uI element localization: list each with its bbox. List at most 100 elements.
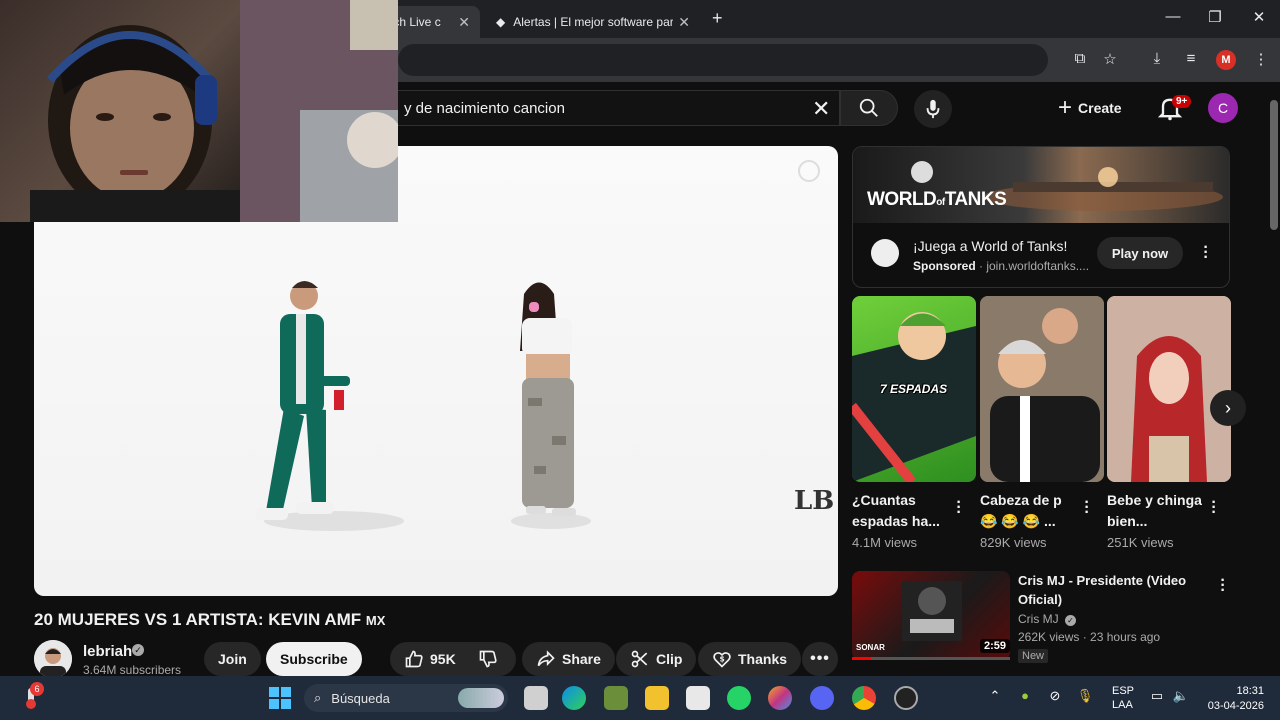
search-highlight-image	[458, 688, 504, 708]
taskbar-clock[interactable]: 18:31 03-04-2026	[1202, 684, 1264, 714]
thumbs-up-icon	[405, 650, 423, 668]
maximize-icon[interactable]: ❐	[1200, 8, 1230, 26]
short-title[interactable]: ¿Cuantas espadas ha...	[852, 490, 952, 532]
taskbar-search-box[interactable]: ⌕ Búsqueda	[304, 684, 508, 712]
recommended-video-title[interactable]: Cris MJ - Presidente (Video Oficial)	[1018, 571, 1208, 609]
short-overlay-text: 7 ESPADAS	[880, 382, 948, 396]
account-avatar[interactable]: C	[1208, 93, 1238, 123]
microphone-icon[interactable]: 🎙	[1076, 688, 1094, 704]
subscribe-button[interactable]: Subscribe	[266, 642, 362, 676]
short-thumbnail[interactable]: 7 ESPADAS	[852, 296, 976, 482]
close-window-icon[interactable]: ✕	[1244, 8, 1274, 26]
file-explorer-icon[interactable]	[645, 686, 669, 710]
search-button[interactable]	[840, 90, 898, 126]
subscribe-label: Subscribe	[280, 651, 348, 667]
media-queue-icon[interactable]: ≡	[1180, 50, 1202, 70]
watch-progress-fill	[852, 657, 871, 660]
network-off-icon[interactable]: ⊘	[1046, 688, 1064, 704]
discord-icon[interactable]	[810, 686, 834, 710]
chrome-icon[interactable]	[852, 686, 876, 710]
video-info-icon[interactable]	[798, 160, 820, 182]
short-menu-icon[interactable]: · · ·	[1209, 495, 1219, 521]
ad-banner-image	[853, 147, 1229, 223]
new-tab-button[interactable]: +	[712, 8, 723, 29]
channel-name[interactable]: lebriah	[83, 643, 132, 660]
more-actions-button[interactable]: •••	[802, 642, 838, 676]
tab-close-icon[interactable]: ✕	[678, 14, 690, 31]
voice-search-button[interactable]	[914, 90, 952, 128]
address-bar[interactable]	[398, 44, 1048, 76]
bookmark-star-icon[interactable]: ☆	[1099, 50, 1121, 70]
play-now-button[interactable]: Play now	[1097, 237, 1183, 269]
create-label: Create	[1078, 100, 1122, 116]
windows-start-icon[interactable]	[268, 686, 292, 710]
chevron-up-icon[interactable]: ⌃	[986, 688, 1004, 704]
minimize-icon[interactable]: —	[1158, 8, 1188, 25]
thumbs-down-icon	[479, 650, 497, 668]
short-thumbnail[interactable]	[1107, 296, 1231, 482]
short-menu-icon[interactable]: · · ·	[1082, 495, 1092, 521]
ad-title[interactable]: ¡Juega a World of Tanks!	[913, 238, 1067, 254]
short-menu-icon[interactable]: · · ·	[954, 495, 964, 521]
scrollbar-thumb[interactable]	[1270, 100, 1278, 230]
whatsapp-icon[interactable]	[727, 686, 751, 710]
thanks-label: Thanks	[738, 651, 788, 667]
short-title[interactable]: Bebe y chinga bien...	[1107, 490, 1207, 532]
notification-count-badge: 9+	[1172, 95, 1192, 108]
join-button[interactable]: Join	[204, 642, 261, 676]
share-button[interactable]: Share	[522, 642, 615, 676]
language-indicator[interactable]: ESP LAA	[1112, 684, 1134, 712]
advertiser-icon	[871, 239, 899, 267]
video-duration: 2:59	[980, 639, 1011, 653]
weather-badge: 6	[30, 682, 44, 696]
recommended-menu-icon[interactable]: · · ·	[1218, 573, 1228, 599]
browser-tab-alertas[interactable]: ◆ Alertas | El mejor software para ✕	[486, 6, 700, 38]
create-button[interactable]: + Create	[1058, 92, 1122, 124]
watch-progress-bar	[852, 657, 1010, 660]
minecraft-icon[interactable]	[604, 686, 628, 710]
cast-icon[interactable]: ⧉	[1069, 50, 1091, 70]
browser-menu-icon[interactable]: ⋮	[1250, 50, 1272, 70]
logo-word-tanks: TANKS	[944, 189, 1007, 210]
clip-button[interactable]: Clip	[616, 642, 697, 676]
clock-date: 03-04-2026	[1207, 700, 1264, 712]
short-thumbnail-art	[980, 296, 1104, 482]
download-icon[interactable]: ⤓	[1146, 50, 1168, 70]
verified-check-icon: ✓	[132, 644, 144, 656]
channel-avatar[interactable]	[34, 640, 72, 678]
short-title[interactable]: Cabeza de p 😂 😂 😂 ...	[980, 490, 1080, 532]
video-title-text: 20 MUJERES VS 1 ARTISTA: KEVIN AMF	[34, 610, 362, 629]
tab-label: Alertas | El mejor software para	[513, 15, 674, 29]
tab-close-icon[interactable]: ✕	[458, 14, 470, 31]
volume-icon[interactable]: 🔈	[1172, 688, 1190, 704]
share-arrow-icon	[537, 650, 555, 667]
dislike-button[interactable]	[472, 642, 510, 676]
subscriber-count: 3.64M subscribers	[83, 663, 182, 677]
obs-studio-icon[interactable]	[894, 686, 918, 710]
search-query-text: y de nacimiento cancion	[404, 99, 565, 117]
logo-word-world: WORLD	[867, 189, 937, 210]
recommended-channel[interactable]: Cris MJ ✓	[1018, 612, 1077, 626]
task-view-icon[interactable]	[524, 686, 548, 710]
new-badge: New	[1018, 649, 1049, 663]
browser-profile-avatar[interactable]: M	[1216, 50, 1236, 70]
sponsored-ad-card[interactable]: WORLDofTANKS ¡Juega a World of Tanks! Sp…	[852, 146, 1230, 288]
ad-menu-icon[interactable]: · · ·	[1201, 240, 1211, 266]
ad-brand-logo: WORLDofTANKS	[867, 189, 1007, 211]
search-input[interactable]: y de nacimiento cancion	[398, 90, 840, 126]
display-icon[interactable]: ▭	[1148, 688, 1166, 704]
share-label: Share	[562, 651, 601, 667]
thumbnail-label: SONAR	[856, 643, 885, 652]
taskbar-search-placeholder: Búsqueda	[331, 690, 390, 706]
clear-search-icon[interactable]: ✕	[812, 96, 830, 122]
short-thumbnail[interactable]	[980, 296, 1104, 482]
heart-dollar-icon: $	[713, 652, 731, 668]
microsoft-store-icon[interactable]	[686, 686, 710, 710]
thanks-button[interactable]: $ Thanks	[698, 642, 802, 676]
world-of-tanks-emblem-icon	[911, 161, 933, 183]
edge-browser-icon[interactable]	[562, 686, 586, 710]
shorts-next-button[interactable]: ›	[1210, 390, 1246, 426]
copilot-icon[interactable]	[768, 686, 792, 710]
language-code: ESP	[1112, 685, 1135, 697]
app-tray-icon[interactable]: ●	[1016, 688, 1034, 703]
